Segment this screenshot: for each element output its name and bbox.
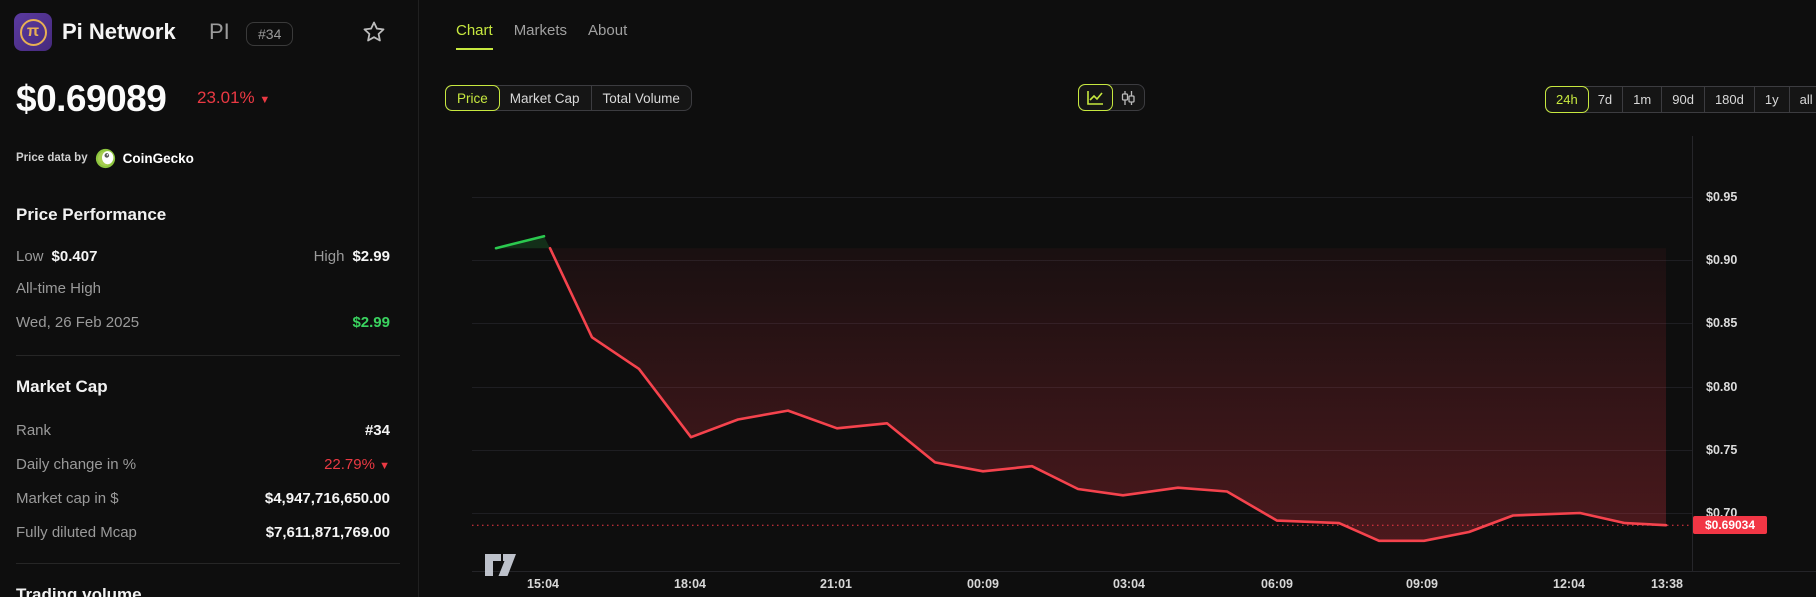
rank-badge: #34	[246, 22, 294, 46]
daily-change-value: 22.79% ▼	[324, 456, 390, 473]
gridline	[472, 449, 1692, 451]
ath-price: $2.99	[352, 314, 390, 331]
provider-name[interactable]: CoinGecko	[123, 151, 194, 166]
rank-row: Rank #34	[16, 422, 390, 439]
rank-value: #34	[364, 422, 390, 439]
coin-name: Pi Network	[62, 19, 176, 44]
pi-icon: π	[19, 18, 47, 46]
chart-type-toggle	[1078, 84, 1145, 111]
gridline	[472, 260, 1692, 262]
candlestick-icon	[1121, 90, 1135, 105]
low-label: Low	[16, 248, 44, 265]
price-change-24h: 23.01% ▼	[197, 88, 271, 107]
price-data-attribution: Price data by CoinGecko	[16, 147, 194, 169]
metric-toggle-group: Price Market Cap Total Volume	[445, 85, 692, 111]
tab-chart[interactable]: Chart	[456, 22, 493, 50]
x-axis-label: 09:09	[1406, 577, 1438, 591]
metric-market-cap-button[interactable]: Market Cap	[499, 86, 592, 110]
candlestick-chart-button[interactable]	[1112, 85, 1144, 110]
y-axis-label: $0.75	[1706, 442, 1738, 457]
x-axis-label: 12:04	[1553, 577, 1585, 591]
gridline	[472, 513, 1692, 514]
fdv-row: Fully diluted Mcap $7,611,871,769.00	[16, 524, 390, 541]
range-180d-button[interactable]: 180d	[1705, 87, 1755, 112]
range-7d-button[interactable]: 7d	[1588, 87, 1624, 112]
range-all-button[interactable]: all	[1790, 87, 1816, 112]
trading-volume-title: Trading volume	[16, 585, 142, 597]
y-axis-label: $0.85	[1706, 316, 1738, 331]
low-high-row: Low $0.407 High $2.99	[16, 248, 390, 265]
market-cap-title: Market Cap	[16, 377, 108, 396]
range-1y-button[interactable]: 1y	[1755, 87, 1790, 112]
time-range-group: 24h 7d 1m 90d 180d 1y all	[1545, 86, 1816, 113]
tab-about[interactable]: About	[588, 22, 627, 50]
y-axis-label: $0.90	[1706, 253, 1738, 268]
down-arrow-icon: ▼	[259, 94, 271, 106]
high-label: High	[313, 248, 345, 265]
low-value: $0.407	[51, 248, 98, 265]
coin-symbol: PI	[209, 19, 230, 44]
x-axis-line	[472, 571, 1816, 572]
market-cap-row: Market cap in $ $4,947,716,650.00	[16, 490, 390, 507]
gridline	[472, 386, 1692, 388]
coingecko-icon	[95, 148, 115, 168]
ath-label: All-time High	[16, 280, 102, 297]
ath-value-row: Wed, 26 Feb 2025 $2.99	[16, 314, 390, 331]
coin-summary-panel: π Pi Network PI #34 $0.69089 23.01% ▼ Pr…	[0, 0, 418, 597]
y-axis-line	[1692, 136, 1693, 571]
range-90d-button[interactable]: 90d	[1662, 87, 1705, 112]
market-cap-value: $4,947,716,650.00	[264, 490, 390, 507]
x-axis-label: 18:04	[674, 577, 706, 591]
panel-divider	[418, 0, 419, 597]
current-price-tag: $0.69034	[1693, 516, 1767, 535]
x-axis-label: 03:04	[1113, 577, 1145, 591]
current-price: $0.69089	[16, 78, 167, 119]
range-24h-button[interactable]: 24h	[1545, 86, 1589, 113]
line-chart-button[interactable]	[1078, 84, 1113, 111]
pi-network-logo: π	[14, 13, 52, 51]
x-axis-label: 06:09	[1261, 577, 1293, 591]
ath-label-row: All-time High	[16, 280, 390, 297]
content-tabs: Chart Markets About	[456, 22, 627, 50]
price-performance-title: Price Performance	[16, 205, 167, 224]
tradingview-logo[interactable]	[483, 551, 519, 581]
range-1m-button[interactable]: 1m	[1623, 87, 1663, 112]
y-axis-label: $0.95	[1706, 190, 1738, 204]
divider	[16, 563, 400, 564]
divider	[16, 355, 400, 356]
x-axis-label: 00:09	[967, 577, 999, 591]
gridline	[472, 197, 1692, 198]
metric-total-volume-button[interactable]: Total Volume	[592, 86, 691, 110]
x-axis-label: 15:04	[527, 577, 559, 591]
down-arrow-icon: ▼	[379, 460, 390, 472]
metric-price-button[interactable]: Price	[445, 85, 500, 111]
x-axis-label: 21:01	[820, 577, 852, 591]
tab-markets[interactable]: Markets	[514, 22, 567, 50]
high-value: $2.99	[352, 248, 390, 265]
x-axis-label: 13:38	[1651, 577, 1683, 591]
fdv-value: $7,611,871,769.00	[265, 524, 390, 541]
gridline	[472, 323, 1692, 325]
ath-date: Wed, 26 Feb 2025	[16, 314, 140, 331]
favorite-star-icon[interactable]	[362, 20, 386, 44]
y-axis-label: $0.80	[1706, 379, 1738, 394]
daily-change-row: Daily change in % 22.79% ▼	[16, 456, 390, 473]
line-chart-icon	[1087, 91, 1103, 105]
